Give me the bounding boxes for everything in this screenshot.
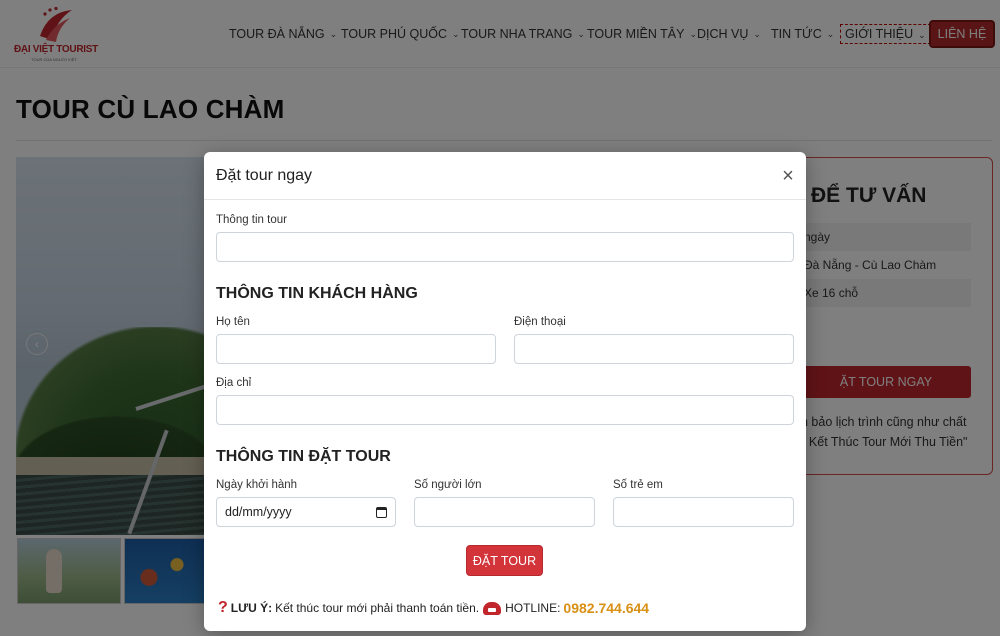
- phone-label: Điện thoại: [514, 316, 566, 328]
- tour-info-label: Thông tin tour: [216, 214, 287, 226]
- payment-notice: ? LƯU Ý: Kết thúc tour mới phải thanh to…: [218, 598, 649, 618]
- booking-modal: Đặt tour ngay × Thông tin tour THÔNG TIN…: [204, 152, 806, 631]
- notice-text: Kết thúc tour mới phải thanh toán tiền.: [275, 601, 480, 615]
- adults-label: Số người lớn: [414, 479, 482, 491]
- children-label: Số trẻ em: [613, 479, 663, 491]
- adults-input[interactable]: [414, 497, 595, 527]
- hotline-label: HOTLINE:: [505, 601, 561, 615]
- name-input[interactable]: [216, 334, 496, 364]
- hotline-number[interactable]: 0982.744.644: [563, 600, 649, 616]
- modal-header: Đặt tour ngay ×: [204, 152, 806, 200]
- children-input[interactable]: [613, 497, 794, 527]
- modal-title: Đặt tour ngay: [216, 167, 313, 184]
- address-input[interactable]: [216, 395, 794, 425]
- name-label: Họ tên: [216, 316, 250, 328]
- booking-section-heading: THÔNG TIN ĐẶT TOUR: [216, 448, 391, 465]
- tour-info-input[interactable]: [216, 232, 794, 262]
- date-placeholder: dd/mm/yyyy: [225, 505, 292, 519]
- calendar-icon[interactable]: [376, 506, 387, 518]
- phone-icon: [483, 601, 502, 615]
- submit-booking-button[interactable]: ĐẶT TOUR: [466, 545, 543, 576]
- notice-prefix: LƯU Ý:: [230, 601, 273, 615]
- address-label: Địa chỉ: [216, 377, 252, 389]
- start-date-input[interactable]: dd/mm/yyyy: [216, 497, 396, 527]
- close-icon[interactable]: ×: [778, 166, 798, 186]
- customer-section-heading: THÔNG TIN KHÁCH HÀNG: [216, 285, 418, 302]
- question-mark-icon: ?: [218, 599, 228, 616]
- phone-input[interactable]: [514, 334, 794, 364]
- start-date-label: Ngày khởi hành: [216, 479, 298, 491]
